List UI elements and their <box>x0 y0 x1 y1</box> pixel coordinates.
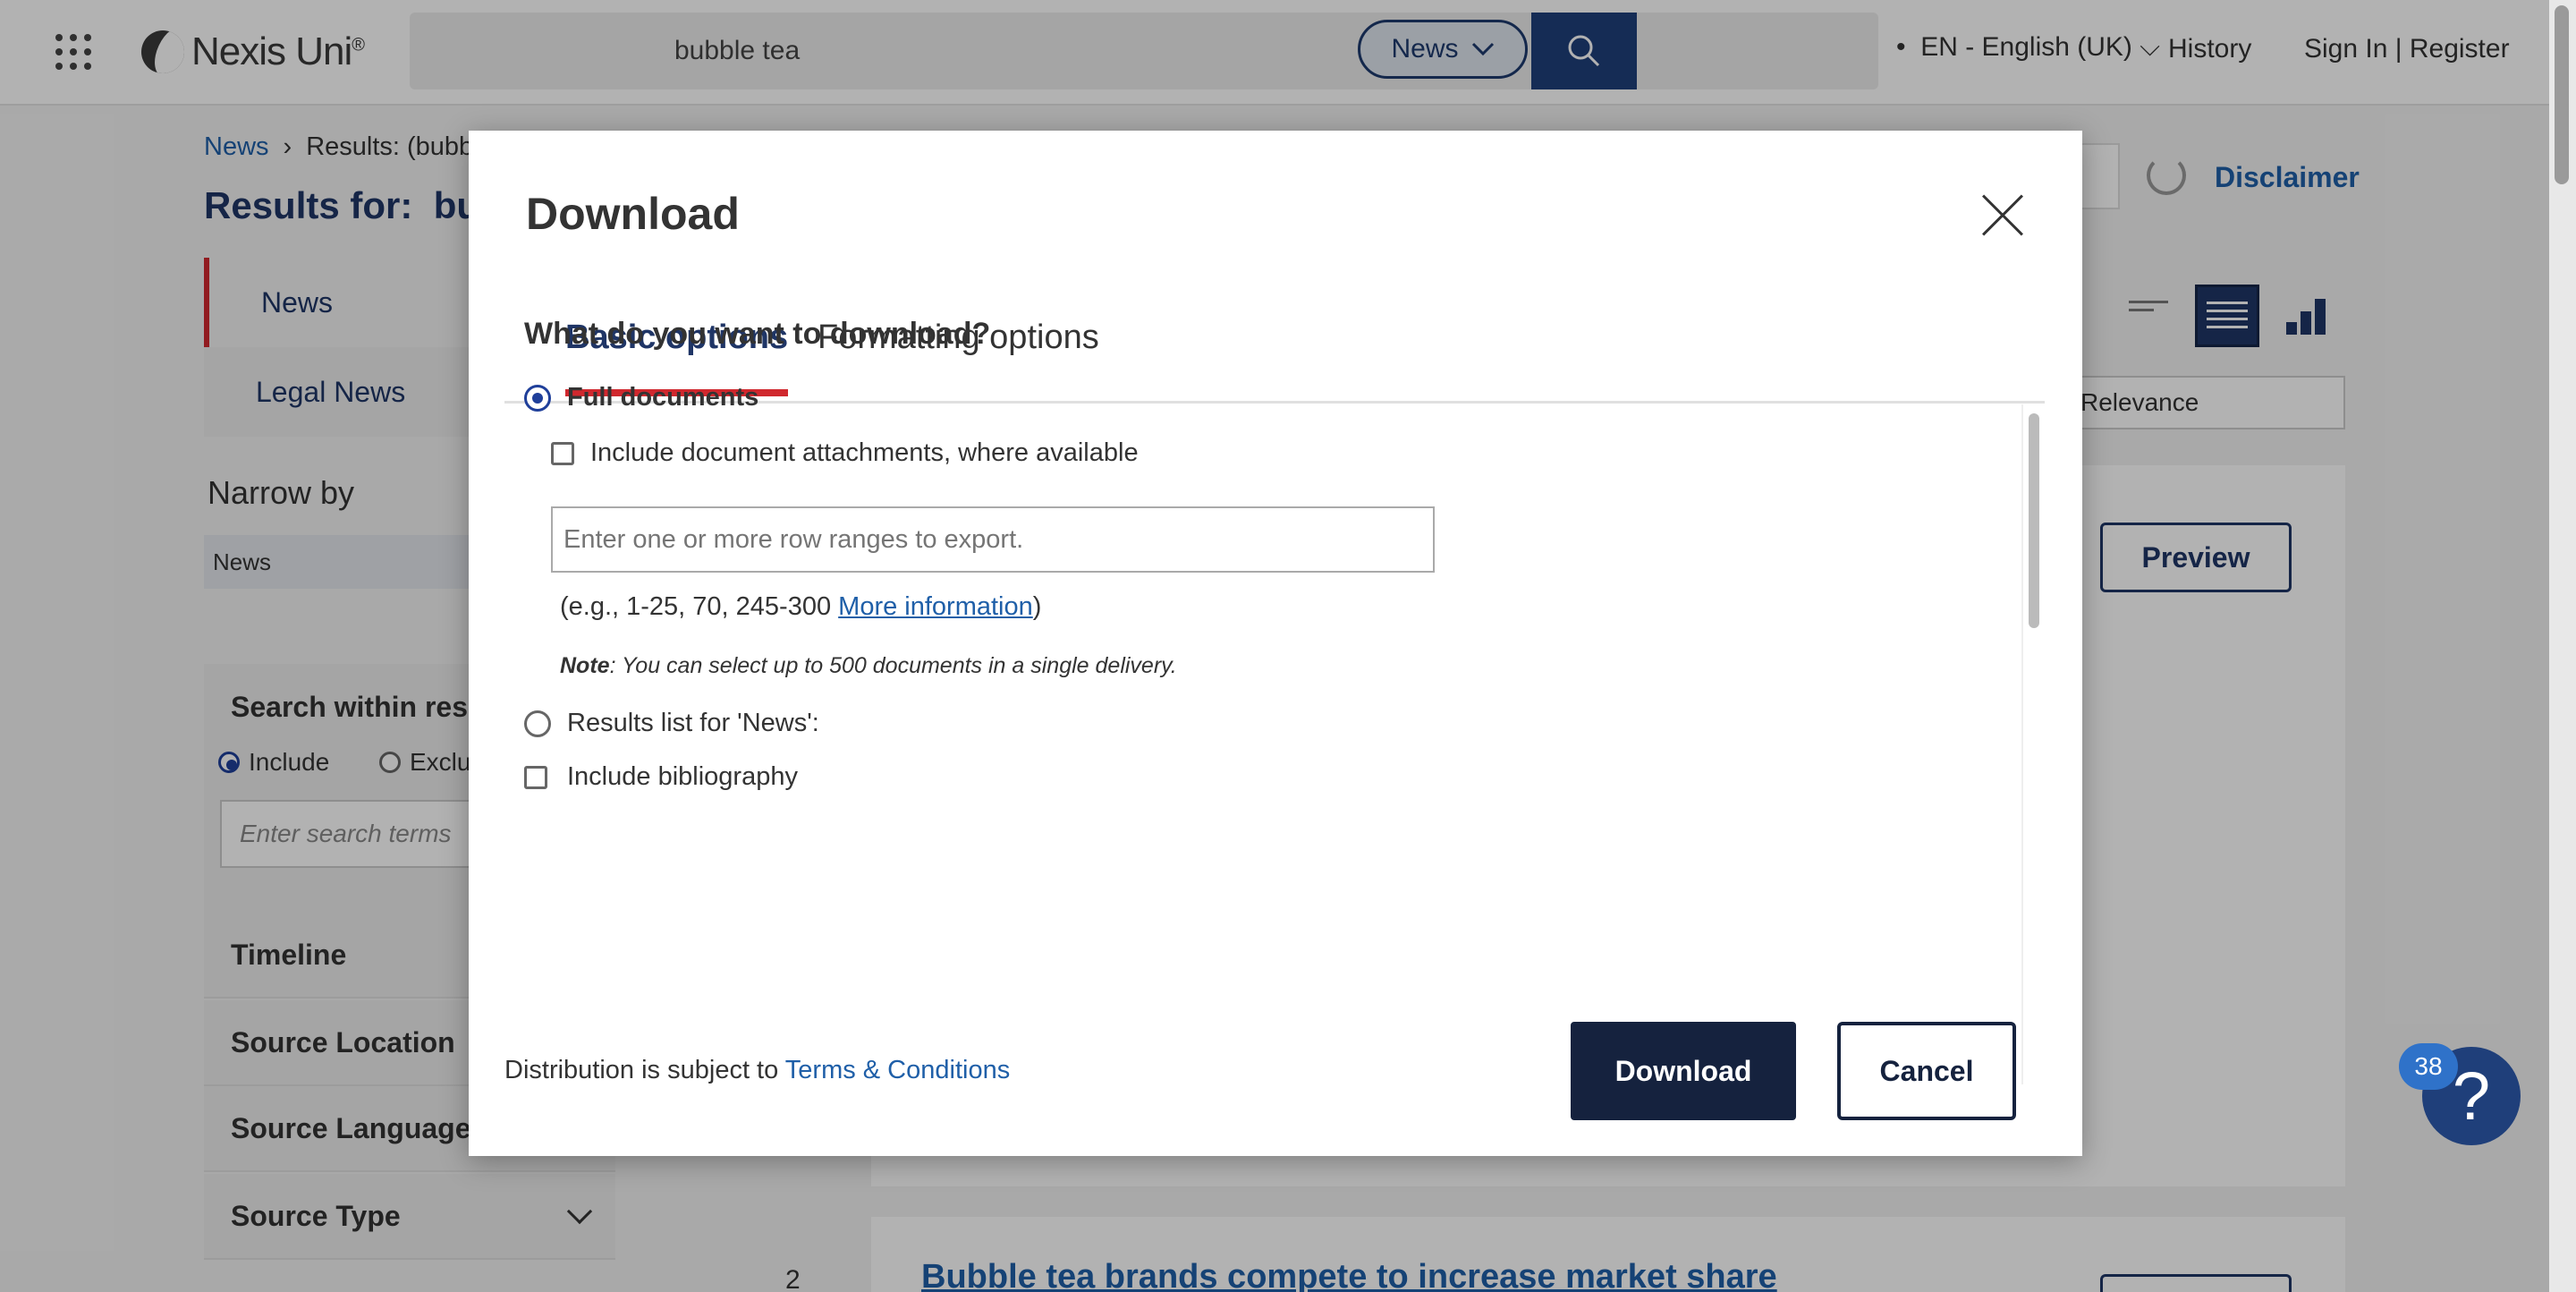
download-dialog: Download Basic options Formatting option… <box>469 131 2082 1156</box>
range-example-text: (e.g., 1-25, 70, 245-300 <box>560 592 839 621</box>
page-scrollbar-thumb[interactable] <box>2555 5 2569 184</box>
full-documents-radio[interactable] <box>524 384 551 412</box>
full-documents-label: Full documents <box>567 383 759 412</box>
help-badge: 38 <box>2399 1043 2458 1090</box>
close-icon[interactable] <box>1980 193 2025 238</box>
attachments-label: Include document attachments, where avai… <box>590 438 1139 467</box>
range-example-close: ) <box>1032 592 1042 621</box>
bibliography-option[interactable]: Include bibliography <box>524 762 798 792</box>
results-list-radio[interactable] <box>524 710 551 737</box>
cancel-button[interactable]: Cancel <box>1837 1022 2016 1120</box>
page-scrollbar[interactable] <box>2549 0 2576 1292</box>
full-documents-option[interactable]: Full documents <box>524 383 758 412</box>
results-list-label: Results list for 'News': <box>567 709 819 737</box>
distribution-notice: Distribution is subject to Terms & Condi… <box>504 1056 1010 1085</box>
dialog-scrollbar-thumb[interactable] <box>2029 413 2039 628</box>
range-example: (e.g., 1-25, 70, 245-300 More informatio… <box>560 592 1041 622</box>
download-button[interactable]: Download <box>1571 1022 1796 1120</box>
results-list-option[interactable]: Results list for 'News': <box>524 709 819 738</box>
dialog-title: Download <box>526 189 740 239</box>
bibliography-checkbox[interactable] <box>524 765 547 789</box>
distribution-text: Distribution is subject to <box>504 1056 785 1084</box>
note-text: : You can select up to 500 documents in … <box>609 653 1177 678</box>
bibliography-label: Include bibliography <box>567 762 798 791</box>
attachments-option[interactable]: Include document attachments, where avai… <box>551 438 1139 468</box>
more-information-link[interactable]: More information <box>838 592 1033 621</box>
note-label: Note <box>560 653 610 678</box>
row-range-input[interactable] <box>551 506 1435 573</box>
download-limit-note: Note: You can select up to 500 documents… <box>560 653 1177 679</box>
download-question: What do you want to download? <box>524 317 991 351</box>
terms-link[interactable]: Terms & Conditions <box>785 1056 1010 1084</box>
attachments-checkbox[interactable] <box>551 441 574 465</box>
